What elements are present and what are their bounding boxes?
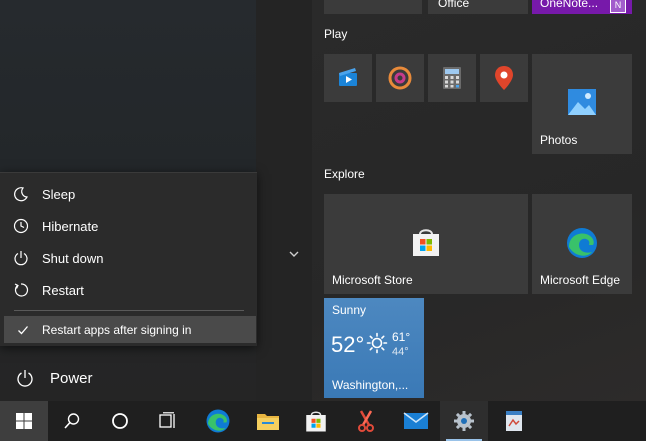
tile-microsoft-store[interactable]: Microsoft Store	[324, 194, 528, 294]
microsoft-store-icon	[306, 411, 326, 432]
menu-item-sleep-label: Sleep	[42, 186, 76, 202]
document-app-icon	[506, 411, 522, 431]
tile-microsoft-store-label: Microsoft Store	[332, 273, 413, 287]
tile-photos-label: Photos	[540, 133, 578, 147]
onenote-icon: N	[610, 0, 626, 13]
calculator-icon	[443, 67, 461, 89]
tile-office-label: Office	[438, 0, 470, 10]
menu-separator	[14, 310, 244, 311]
power-icon	[14, 251, 28, 266]
weather-low: 44°	[392, 346, 409, 358]
section-title-explore: Explore	[324, 167, 365, 181]
tile-movies-tv[interactable]	[324, 54, 372, 102]
weather-city: Washington,...	[332, 378, 409, 392]
power-button[interactable]: Power	[0, 358, 256, 398]
microsoft-store-icon	[413, 229, 439, 256]
power-label: Power	[50, 369, 93, 387]
tile-onenote[interactable]: OneNote... N	[532, 0, 632, 14]
photos-icon	[568, 89, 596, 115]
taskbar-snip-sketch[interactable]	[342, 401, 390, 441]
tile-groove-music[interactable]	[376, 54, 424, 102]
taskbar	[0, 401, 646, 441]
map-pin-icon	[495, 66, 513, 90]
search-button[interactable]	[48, 401, 96, 441]
start-button[interactable]	[0, 401, 48, 441]
weather-condition: Sunny	[332, 303, 367, 317]
start-app-list-pane	[256, 0, 312, 401]
menu-item-hibernate-label: Hibernate	[42, 218, 99, 234]
tile-microsoft-edge-label: Microsoft Edge	[540, 273, 621, 287]
menu-item-restart-apps[interactable]: Restart apps after signing in	[4, 316, 256, 343]
moon-icon	[14, 187, 28, 202]
taskbar-microsoft-store[interactable]	[292, 401, 340, 441]
tile-onenote-label: OneNote...	[540, 0, 599, 10]
groove-music-icon	[388, 66, 412, 90]
tile-photos[interactable]: Photos	[532, 54, 632, 154]
tile-microsoft-edge[interactable]: Microsoft Edge	[532, 194, 632, 294]
menu-item-restart-label: Restart	[42, 282, 84, 298]
power-icon	[17, 370, 33, 387]
search-icon	[64, 413, 80, 429]
scissors-icon	[358, 410, 374, 432]
tile-top-blank[interactable]	[324, 0, 422, 14]
chevron-down-icon[interactable]	[286, 246, 302, 262]
sun-icon	[366, 332, 388, 354]
tile-maps[interactable]	[480, 54, 528, 102]
menu-item-hibernate[interactable]: Hibernate	[0, 210, 257, 242]
taskbar-edge[interactable]	[194, 401, 242, 441]
section-title-play: Play	[324, 27, 348, 41]
microsoft-edge-icon	[206, 409, 230, 433]
tile-office[interactable]: Office	[428, 0, 528, 14]
task-view-icon	[159, 412, 175, 428]
restart-icon	[14, 283, 29, 297]
menu-item-shut-down-label: Shut down	[42, 250, 104, 266]
menu-item-restart[interactable]: Restart	[0, 274, 257, 306]
cortana-button[interactable]	[96, 401, 144, 441]
clock-icon	[13, 218, 29, 234]
tile-calculator[interactable]	[428, 54, 476, 102]
microsoft-edge-icon	[567, 228, 597, 258]
taskbar-app[interactable]	[490, 401, 538, 441]
windows-logo-icon	[16, 413, 32, 429]
taskbar-file-explorer[interactable]	[244, 401, 292, 441]
gear-icon	[454, 411, 474, 431]
tile-weather[interactable]: Sunny 52° 61° 44° Washington,...	[324, 298, 424, 398]
menu-item-sleep[interactable]: Sleep	[0, 178, 257, 210]
mail-icon	[403, 412, 429, 429]
menu-item-restart-apps-label: Restart apps after signing in	[42, 322, 192, 337]
movies-tv-icon	[339, 68, 357, 86]
weather-temperature: 52°	[331, 332, 365, 357]
power-flyout-menu: Sleep Hibernate Shut down Restart Restar…	[0, 172, 257, 346]
taskbar-mail[interactable]	[392, 401, 440, 441]
menu-item-shut-down[interactable]: Shut down	[0, 242, 257, 274]
folder-icon	[257, 414, 279, 430]
taskbar-settings[interactable]	[440, 401, 488, 441]
weather-high: 61°	[392, 330, 411, 344]
cortana-icon	[112, 413, 128, 429]
checkmark-icon	[18, 325, 28, 334]
task-view-button[interactable]	[144, 401, 192, 441]
